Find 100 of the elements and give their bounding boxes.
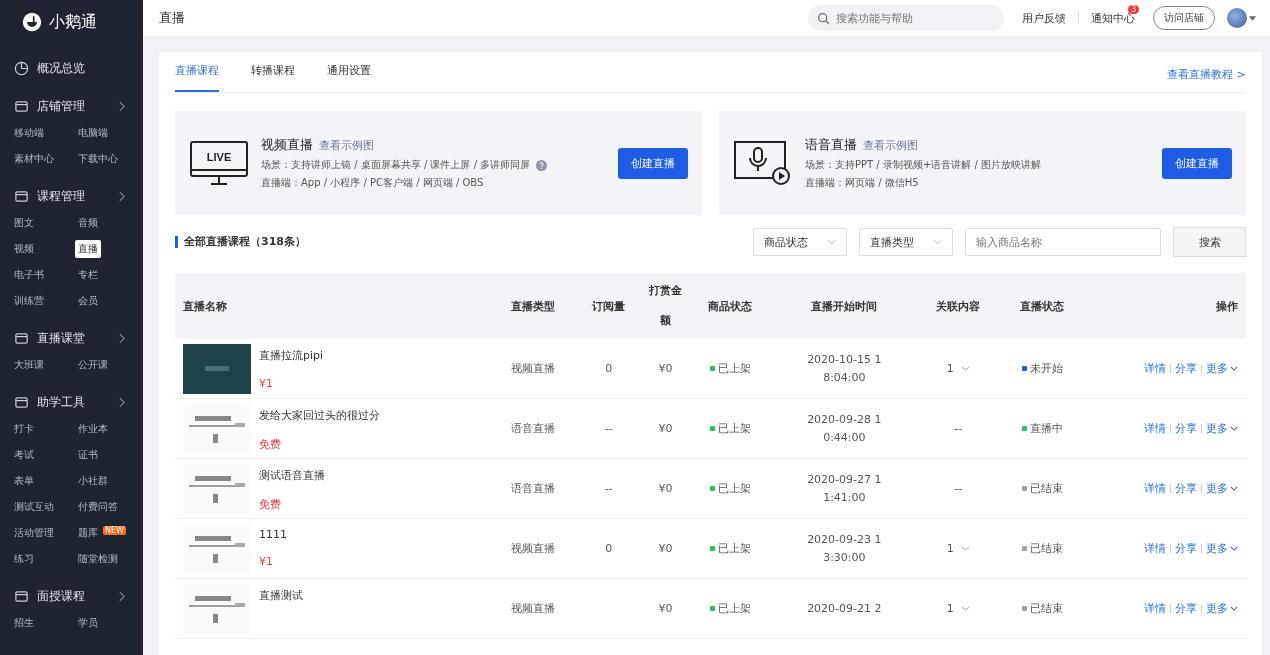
action-link[interactable]: 详情 (1144, 361, 1166, 376)
live-type-select[interactable]: 直播类型 (859, 228, 953, 256)
table-cell: 视频直播 (511, 602, 556, 615)
action-link[interactable]: 分享 (1175, 541, 1197, 556)
chevron-down-icon[interactable] (1230, 606, 1238, 611)
course-name: 发给大家回过头的很过分 (259, 407, 380, 423)
create-live-button[interactable]: 创建直播 (1162, 147, 1232, 179)
search-button[interactable]: 搜索 (1173, 227, 1246, 257)
action-link[interactable]: 分享 (1175, 361, 1197, 376)
action-link[interactable]: 更多 (1206, 481, 1228, 496)
sidebar-item[interactable]: 学员 (75, 614, 101, 632)
course-name: 直播拉流pipi (259, 347, 324, 363)
sidebar-item[interactable]: 下载中心 (75, 150, 121, 168)
avatar[interactable] (1227, 8, 1247, 28)
chevron-down-icon[interactable] (960, 365, 970, 372)
tab[interactable]: 直播课程 (175, 63, 219, 92)
table-cell: -- (954, 482, 963, 495)
action-link[interactable]: 分享 (1175, 421, 1197, 436)
product-name-field[interactable]: 输入商品名称 (965, 228, 1161, 256)
sidebar-item[interactable]: 视频 (11, 240, 37, 258)
tab[interactable]: 通用设置 (327, 63, 371, 92)
create-live-button[interactable]: 创建直播 (618, 147, 688, 179)
sidebar-item[interactable]: 移动端 (11, 124, 47, 142)
sidebar-group[interactable]: 直播课堂 (14, 324, 129, 352)
chevron-right-icon (118, 396, 125, 408)
sidebar-item[interactable]: 活动管理 (11, 524, 57, 542)
sidebar-item[interactable]: 小社群 (75, 472, 111, 490)
sidebar-group[interactable]: 课程管理 (14, 182, 129, 210)
action-link[interactable]: 详情 (1144, 601, 1166, 616)
table-cell: 1 (946, 602, 954, 615)
table-cell: ¥0 (658, 602, 673, 615)
search-field[interactable]: 搜索功能与帮助 (808, 5, 1004, 31)
column-header: 商品状态 (688, 273, 773, 339)
column-header: 操作 (1084, 273, 1246, 339)
sidebar-group[interactable]: 助学工具 (14, 388, 129, 416)
table-cell: 语音直播 (511, 422, 556, 435)
product-status: 已上架 (717, 541, 751, 556)
action-link[interactable]: 详情 (1144, 541, 1166, 556)
chevron-right-icon (118, 190, 125, 202)
sidebar-item[interactable]: 练习 (11, 550, 37, 568)
action-link[interactable]: 更多 (1206, 601, 1228, 616)
sidebar-item[interactable]: 测试互动 (11, 498, 57, 516)
sidebar-item[interactable]: 专栏 (75, 266, 101, 284)
menu-group-icon (14, 188, 29, 204)
tab[interactable]: 转播课程 (251, 63, 295, 92)
action-link[interactable]: 详情 (1144, 421, 1166, 436)
sidebar-item[interactable]: 会员 (75, 292, 101, 310)
column-header: 订阅量 (575, 273, 643, 339)
tutorial-link[interactable]: 查看直播教程 > (1167, 67, 1246, 92)
menu-group-icon (14, 588, 29, 604)
feedback-link[interactable]: 用户反馈 (1022, 10, 1066, 26)
sidebar-item[interactable]: 直播 (75, 240, 101, 258)
sidebar-item[interactable]: 考试 (11, 446, 37, 464)
help-icon[interactable] (536, 159, 548, 171)
sidebar-item[interactable]: 付费问答 (75, 498, 121, 516)
action-link[interactable]: 详情 (1144, 481, 1166, 496)
sidebar-item[interactable]: 题库 (75, 524, 101, 542)
notification-badge: 3 (1127, 4, 1139, 14)
sidebar-item[interactable]: 证书 (75, 446, 101, 464)
sidebar-item[interactable]: 大班课 (11, 356, 47, 374)
chevron-down-icon[interactable] (960, 605, 970, 612)
action-link[interactable]: 更多 (1206, 421, 1228, 436)
sidebar-item[interactable]: 打卡 (11, 420, 37, 438)
sidebar-item[interactable]: 图文 (11, 214, 37, 232)
sidebar-item[interactable]: 素材中心 (11, 150, 57, 168)
chevron-down-icon[interactable] (1230, 366, 1238, 371)
sidebar-item[interactable]: 作业本 (75, 420, 111, 438)
action-link[interactable]: 分享 (1175, 601, 1197, 616)
action-link[interactable]: 更多 (1206, 541, 1228, 556)
table-cell: ¥0 (658, 482, 673, 495)
example-link[interactable]: 查看示例图 (863, 137, 918, 153)
visit-store-button[interactable]: 访问店铺 (1153, 6, 1215, 30)
sidebar-item[interactable]: 训练营 (11, 292, 47, 310)
product-status: 已上架 (717, 601, 751, 616)
chevron-right-icon (118, 100, 125, 112)
chevron-down-icon[interactable] (1230, 426, 1238, 431)
sidebar-group[interactable]: 面授课程 (14, 582, 129, 610)
sidebar-item[interactable]: 招生 (11, 614, 37, 632)
sidebar-item[interactable]: 电子书 (11, 266, 47, 284)
sidebar-item[interactable]: 表单 (11, 472, 37, 490)
product-status-select[interactable]: 商品状态 (753, 228, 847, 256)
chevron-down-icon[interactable] (960, 545, 970, 552)
start-time: 2020-09-27 11:41:00 (806, 471, 883, 506)
sidebar-item[interactable]: 随堂检测 (75, 550, 121, 568)
sidebar-item[interactable]: 音频 (75, 214, 101, 232)
sidebar-item[interactable]: 电脑端 (75, 124, 111, 142)
sidebar-group[interactable]: 店铺管理 (14, 92, 129, 120)
sidebar-item[interactable]: 概况总览 (14, 54, 129, 82)
chevron-down-icon[interactable] (1230, 546, 1238, 551)
live-status: 已结束 (1029, 541, 1063, 556)
scene-text: 场景：支持讲师上镜 / 桌面屏幕共享 / 课件上屏 / 多讲师同屏 (261, 158, 531, 172)
example-link[interactable]: 查看示例图 (319, 137, 374, 153)
scene-text: 场景：支持PPT / 录制视频+语音讲解 / 图片放映讲解 (805, 158, 1041, 172)
action-link[interactable]: 分享 (1175, 481, 1197, 496)
list-title: 全部直播课程（318条） (175, 236, 741, 248)
sidebar-item[interactable]: 公开课 (75, 356, 111, 374)
table-cell: 0 (605, 542, 613, 555)
action-link[interactable]: 更多 (1206, 361, 1228, 376)
notification-link[interactable]: 通知中心 (1091, 11, 1135, 25)
chevron-down-icon[interactable] (1230, 486, 1238, 491)
